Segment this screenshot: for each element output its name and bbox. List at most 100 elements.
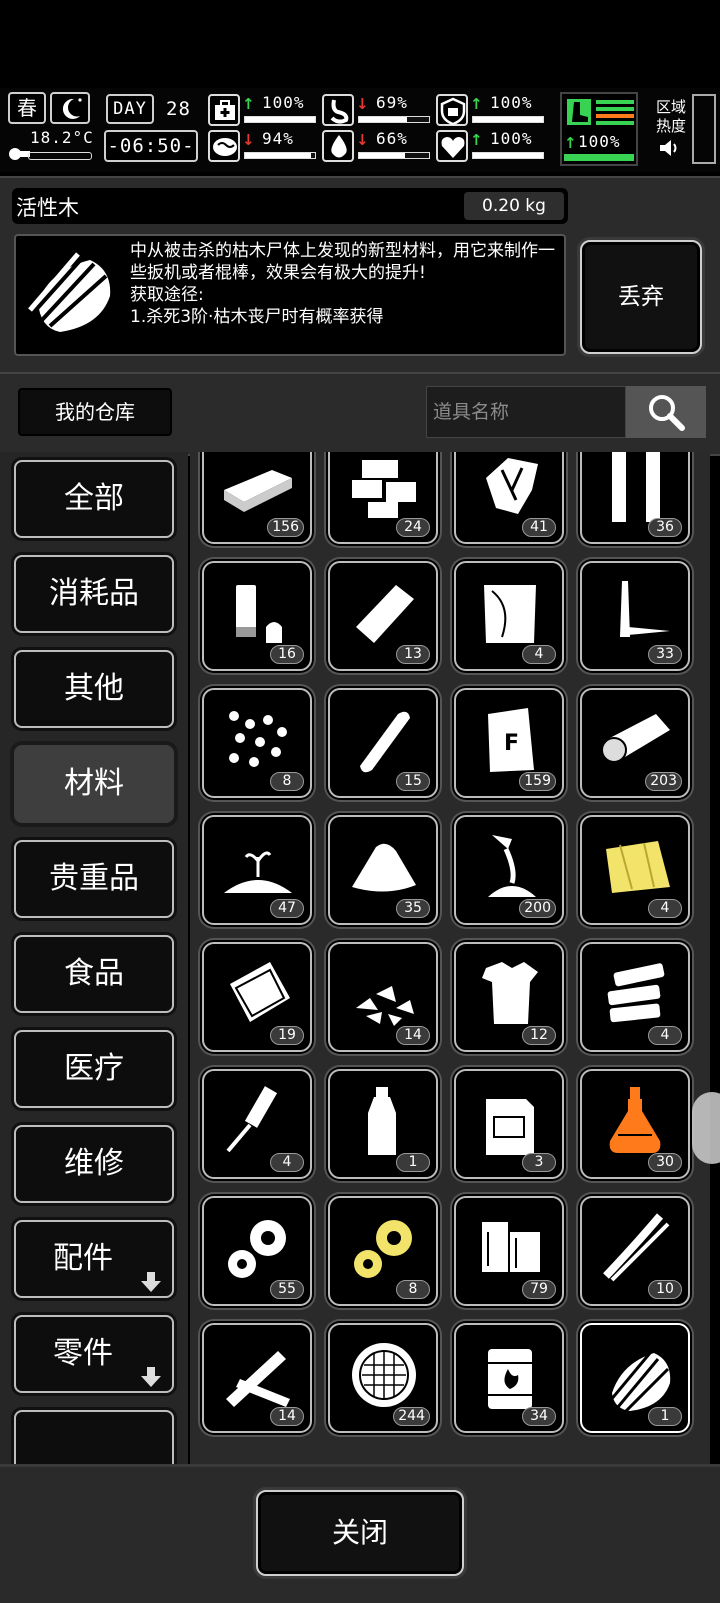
clock: -06:50- [104, 130, 198, 162]
category-tab-partial[interactable] [14, 1410, 174, 1464]
close-button[interactable]: 关闭 [256, 1490, 464, 1576]
item-slot[interactable]: 4 [454, 561, 564, 671]
item-slot[interactable]: 3 [454, 1069, 564, 1179]
nails-icon [598, 577, 674, 649]
item-count: 156 [267, 518, 304, 537]
down-arrow-icon: ↓ [242, 131, 255, 149]
discard-button[interactable]: 丢弃 [580, 240, 702, 354]
plank-icon [220, 452, 296, 522]
item-slot[interactable]: 1 [328, 1069, 438, 1179]
water-drop-icon [322, 130, 354, 162]
item-slot[interactable]: 16 [202, 561, 312, 671]
item-slot[interactable]: 200 [454, 815, 564, 925]
item-slot[interactable]: 8 [328, 1196, 438, 1306]
category-tab[interactable]: 全部 [14, 460, 174, 538]
down-arrow-icon: ↓ [356, 95, 369, 113]
category-label: 其他 [64, 671, 124, 706]
item-slot[interactable]: 41 [454, 452, 564, 544]
item-slot[interactable]: 15 [328, 688, 438, 798]
item-slot[interactable]: 8 [202, 688, 312, 798]
item-count: 10 [648, 1280, 682, 1299]
item-slot[interactable]: 1 [580, 1323, 690, 1433]
category-tab[interactable]: 配件 [14, 1220, 174, 1298]
item-count: 4 [648, 1026, 682, 1045]
item-count: 24 [396, 518, 430, 537]
bricks-icon [346, 452, 422, 522]
my-warehouse-label: 我的仓库 [55, 400, 135, 424]
item-count: 159 [519, 772, 556, 791]
item-slot[interactable]: 24 [328, 452, 438, 544]
item-slot[interactable]: 10 [580, 1196, 690, 1306]
category-sidebar: 全部消耗品其他材料贵重品食品医疗维修配件零件 [0, 452, 188, 1464]
heart-icon [436, 130, 468, 162]
item-slot[interactable]: 4 [580, 942, 690, 1052]
item-slot[interactable]: 12 [454, 942, 564, 1052]
zone-heat-label: 区域 热度 [656, 98, 687, 135]
chalk-icon [346, 704, 422, 776]
item-slot[interactable]: 4 [580, 815, 690, 925]
mesh-icon [346, 1339, 422, 1411]
my-warehouse-button[interactable]: 我的仓库 [18, 388, 172, 436]
item-slot[interactable]: 47 [202, 815, 312, 925]
svg-text:F: F [504, 731, 519, 756]
clock-time: -06:50- [107, 135, 195, 157]
item-slot[interactable]: 14 [328, 942, 438, 1052]
log-icon [598, 704, 674, 776]
search-button[interactable] [626, 386, 706, 438]
item-slot[interactable]: 244 [328, 1323, 438, 1433]
category-tab[interactable]: 维修 [14, 1125, 174, 1203]
item-slot[interactable]: 35 [328, 815, 438, 925]
item-slot[interactable]: 156 [202, 452, 312, 544]
thermometer-icon [8, 146, 30, 160]
discard-label: 丢弃 [618, 284, 664, 310]
item-slot[interactable]: 13 [328, 561, 438, 671]
stamina-panel: ↑ 100% [560, 92, 638, 166]
bottle-icon [346, 1085, 422, 1157]
item-count: 4 [648, 899, 682, 918]
stat-value: 94% [262, 129, 294, 148]
up-arrow-icon: ↑ [470, 131, 483, 149]
leather-icon [220, 958, 296, 1030]
category-tab[interactable]: 医疗 [14, 1030, 174, 1108]
broken-planks-icon [220, 1339, 296, 1411]
category-tab[interactable]: 零件 [14, 1315, 174, 1393]
category-tab[interactable]: 消耗品 [14, 555, 174, 633]
sand-pile-icon [346, 831, 422, 903]
glue-tube-icon [220, 577, 296, 649]
speaker-icon[interactable] [658, 138, 682, 158]
category-tab[interactable]: 其他 [14, 650, 174, 728]
item-slot[interactable]: 33 [580, 561, 690, 671]
pellets-icon [220, 704, 296, 776]
item-slot[interactable]: 79 [454, 1196, 564, 1306]
rubble-icon [346, 958, 422, 1030]
category-tab[interactable]: 材料 [14, 745, 174, 823]
search-input[interactable]: 道具名称 [426, 386, 626, 438]
item-slot[interactable]: 4 [202, 1069, 312, 1179]
foil-icon [346, 577, 422, 649]
category-tab[interactable]: 食品 [14, 935, 174, 1013]
torn-shirt-icon [472, 958, 548, 1030]
scroll-handle[interactable] [692, 1092, 720, 1164]
item-slot[interactable]: 36 [580, 452, 690, 544]
category-tab[interactable]: 贵重品 [14, 840, 174, 918]
gold-gears-icon [346, 1212, 422, 1284]
item-slot[interactable]: 203 [580, 688, 690, 798]
stat-bar [244, 116, 316, 123]
day-badge: DAY [106, 94, 154, 124]
item-slot[interactable]: 19 [202, 942, 312, 1052]
pipes-icon [598, 452, 674, 522]
item-slot[interactable]: F 159 [454, 688, 564, 798]
item-slot[interactable]: 14 [202, 1323, 312, 1433]
category-label: 配件 [53, 1241, 113, 1276]
stamina-stripes [596, 100, 634, 125]
expand-arrow-icon [140, 1248, 162, 1292]
item-count: 1 [396, 1153, 430, 1172]
day-label: DAY [113, 99, 147, 119]
item-slot[interactable]: 34 [454, 1323, 564, 1433]
category-label: 食品 [64, 956, 124, 991]
item-slot[interactable]: 30 [580, 1069, 690, 1179]
item-slot[interactable]: 55 [202, 1196, 312, 1306]
item-count: 4 [270, 1153, 304, 1172]
item-count: 3 [522, 1153, 556, 1172]
shield-icon [436, 94, 468, 126]
